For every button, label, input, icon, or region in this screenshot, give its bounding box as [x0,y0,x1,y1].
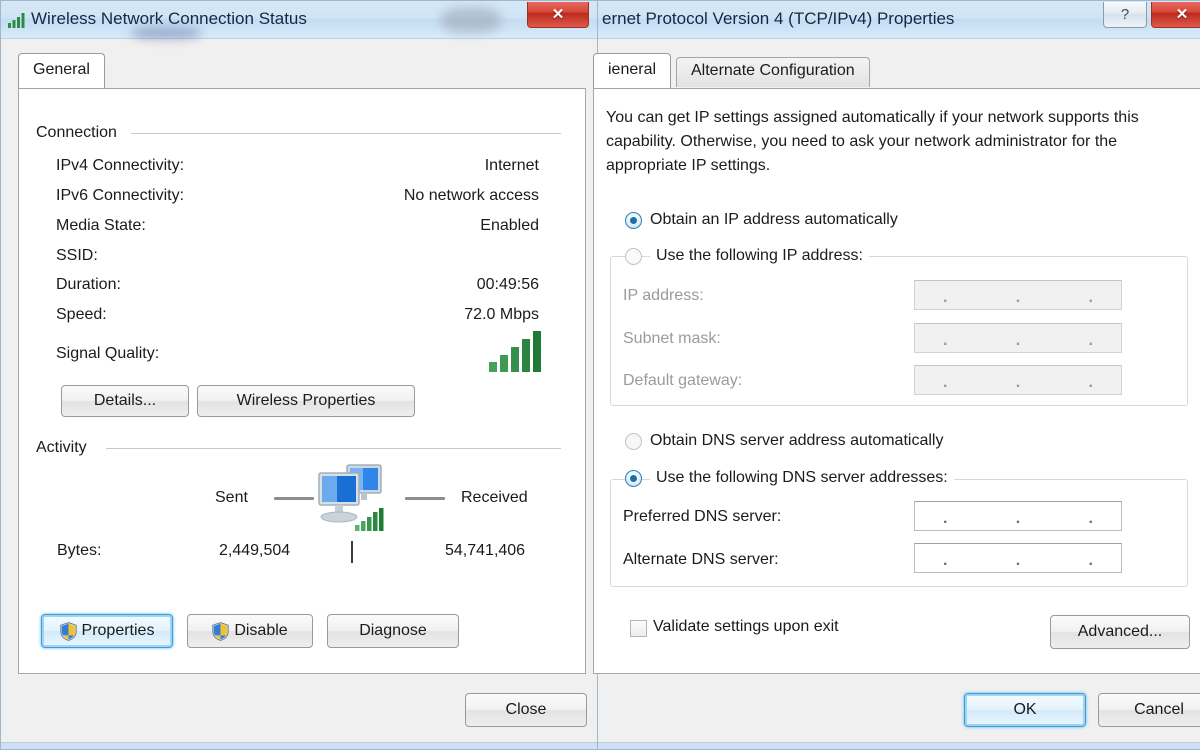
speed-label: Speed: [56,306,107,323]
duration-value: 00:49:56 [476,276,539,293]
titlebar-artifact [441,7,501,33]
default-gateway-input[interactable]: ... [914,365,1122,395]
subnet-mask-input[interactable]: ... [914,323,1122,353]
uac-shield-icon [59,621,77,641]
subnet-mask-label: Subnet mask: [623,330,721,347]
diagnose-button-label: Diagnose [359,622,427,639]
details-button-label: Details... [93,392,157,409]
obtain-dns-automatically-radio[interactable] [625,433,642,450]
sent-label: Sent [215,489,248,506]
close-button-label: Close [505,701,547,718]
properties-button-label: Properties [81,622,155,639]
wireless-properties-button-label: Wireless Properties [236,392,376,409]
use-following-ip-label[interactable]: Use the following IP address: [650,247,869,265]
ip-address-label: IP address: [623,287,704,304]
tcpip-properties-window: ernet Protocol Version 4 (TCP/IPv4) Prop… [593,0,1200,750]
obtain-ip-automatically-label[interactable]: Obtain an IP address automatically [650,211,898,229]
duration-label: Duration: [56,276,121,293]
network-computers-icon [311,459,391,542]
sent-connector [274,497,314,500]
received-connector [405,497,445,500]
tcpip-titlebar: ernet Protocol Version 4 (TCP/IPv4) Prop… [598,1,1200,39]
tab-general[interactable]: General [18,53,105,88]
tab-general-tcpip-label: ieneral [608,61,657,78]
close-button[interactable]: Close [465,693,587,727]
properties-button[interactable]: Properties [41,614,173,648]
signal-bars-icon [488,331,543,378]
status-titlebar: Wireless Network Connection Status ✕ [1,1,599,39]
preferred-dns-label: Preferred DNS server: [623,508,782,525]
status-tabstrip: General [1,53,599,88]
default-gateway-label: Default gateway: [623,372,743,389]
use-following-ip-radio[interactable] [625,248,642,265]
titlebar-artifact-2 [131,27,201,39]
ip-address-input[interactable]: ... [914,280,1122,310]
speed-value: 72.0 Mbps [464,306,539,323]
help-button[interactable]: ? [1103,2,1147,28]
wireless-status-window: Wireless Network Connection Status ✕ Gen… [0,0,600,750]
alternate-dns-input[interactable]: ... [914,543,1122,573]
preferred-dns-input[interactable]: ... [914,501,1122,531]
subnet-mask-dots: ... [943,332,1093,349]
received-label: Received [461,489,528,506]
disable-button[interactable]: Disable [187,614,313,648]
status-window-title: Wireless Network Connection Status [31,9,307,28]
ok-button[interactable]: OK [964,693,1086,727]
tcpip-tabstrip: ieneral Alternate Configuration [593,53,1200,88]
status-close-window-button[interactable]: ✕ [527,2,589,28]
ssid-label: SSID: [56,247,98,264]
default-gateway-dots: ... [943,374,1093,391]
ipv6-connectivity-value: No network access [403,187,539,204]
tab-general-tcpip[interactable]: ieneral [593,53,672,88]
tab-alternate-configuration-label: Alternate Configuration [691,62,855,79]
bytes-received-value: 54,741,406 [445,542,526,559]
tab-alternate-configuration[interactable]: Alternate Configuration [676,57,870,87]
signal-quality-label: Signal Quality: [56,345,160,362]
cancel-button-label: Cancel [1134,701,1184,718]
tcpip-description: You can get IP settings assigned automat… [606,109,1139,174]
ip-address-dots: ... [943,289,1093,306]
ipv4-connectivity-label: IPv4 Connectivity: [56,157,185,174]
validate-settings-label[interactable]: Validate settings upon exit [653,618,839,636]
alternate-dns-label: Alternate DNS server: [623,551,779,568]
status-window-bottom-strip [1,742,599,749]
bytes-sent-value: 2,449,504 [219,542,291,559]
activity-group-legend: Activity [36,439,95,457]
ipv4-connectivity-value: Internet [484,157,539,174]
status-tab-panel [18,88,586,674]
connection-group-rule [131,133,561,134]
ok-button-label: OK [1013,701,1037,718]
media-state-value: Enabled [480,217,539,234]
tcpip-window-title: ernet Protocol Version 4 (TCP/IPv4) Prop… [602,9,955,28]
activity-group-rule [106,448,561,449]
obtain-ip-automatically-radio[interactable] [625,212,642,229]
tcpip-close-window-button[interactable]: ✕ [1151,2,1200,28]
alternate-dns-dots: ... [943,552,1093,569]
validate-settings-checkbox[interactable] [630,620,647,637]
disable-button-label: Disable [234,622,288,639]
diagnose-button[interactable]: Diagnose [327,614,459,648]
tab-general-label: General [33,61,90,78]
details-button[interactable]: Details... [61,385,189,417]
obtain-dns-automatically-label[interactable]: Obtain DNS server address automatically [650,432,943,450]
ipv6-connectivity-label: IPv6 Connectivity: [56,187,185,204]
connection-group-legend: Connection [36,124,125,142]
bytes-divider [351,541,353,563]
media-state-label: Media State: [56,217,146,234]
use-following-dns-radio[interactable] [625,470,642,487]
wireless-properties-button[interactable]: Wireless Properties [197,385,415,417]
bytes-label: Bytes: [57,542,102,559]
cancel-button[interactable]: Cancel [1098,693,1200,727]
use-following-dns-label[interactable]: Use the following DNS server addresses: [650,469,954,487]
advanced-button[interactable]: Advanced... [1050,615,1190,649]
wireless-signal-icon [7,11,27,29]
preferred-dns-dots: ... [943,510,1093,527]
tcpip-window-bottom-strip [598,742,1200,749]
uac-shield-icon-2 [212,621,230,641]
advanced-button-label: Advanced... [1077,623,1163,640]
